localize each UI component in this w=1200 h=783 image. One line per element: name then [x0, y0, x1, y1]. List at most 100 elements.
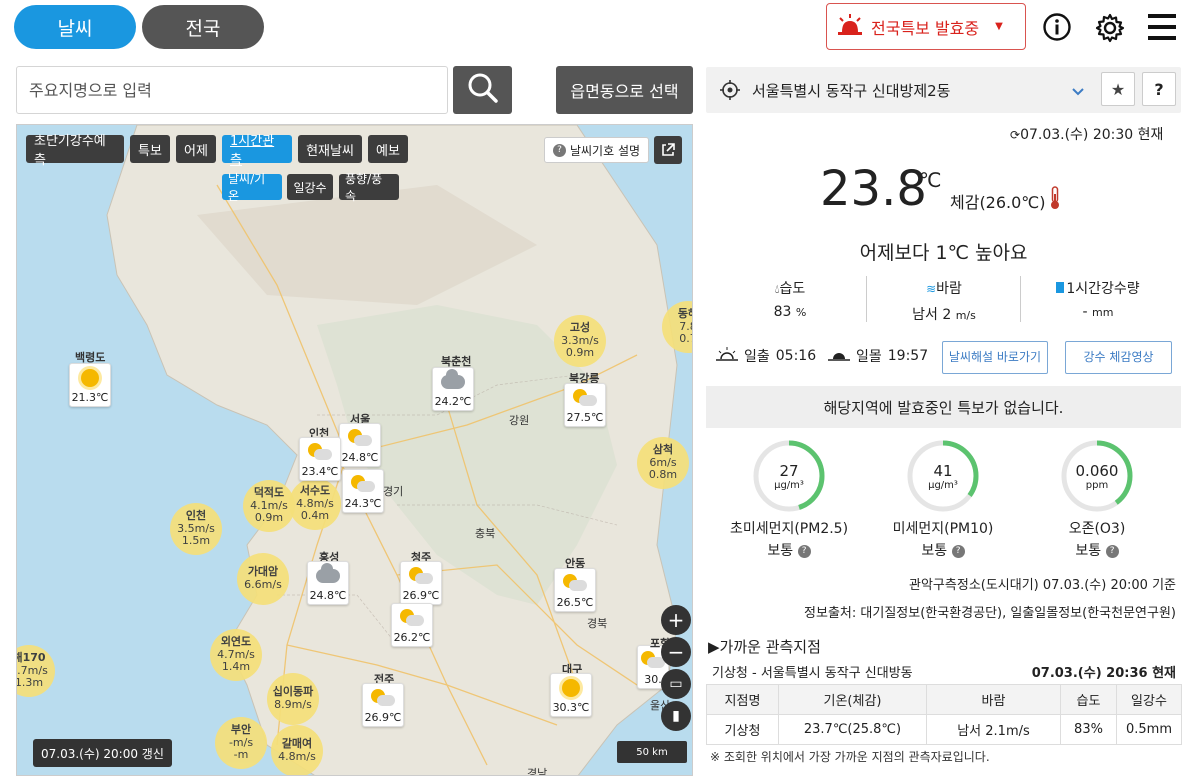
weather-station[interactable]: 26.9℃	[400, 561, 442, 605]
national-alert-button[interactable]: 전국특보 발효중 ▼	[826, 3, 1026, 50]
partly-cloudy-icon	[348, 428, 372, 447]
region-label: 경남	[527, 767, 548, 776]
weather-map[interactable]: 초단기강수예측 특보 어제 1시간관측 현재날씨 예보 날씨/기온 일강수 풍향…	[16, 124, 693, 776]
map-btn-forecast[interactable]: 예보	[368, 135, 408, 163]
pm25-ring[interactable]: 27 μg/m³	[753, 440, 825, 512]
nearby-note: ※ 조회한 위치에서 가장 가까운 지점의 관측자료입니다.	[710, 750, 990, 764]
map-sub-weather-temp[interactable]: 날씨/기온	[222, 172, 282, 203]
question-icon[interactable]: ?	[1105, 544, 1119, 558]
partly-cloudy-icon	[400, 608, 424, 627]
weather-station[interactable]: 23.4℃	[299, 437, 341, 481]
weather-station[interactable]: 26.5℃	[554, 568, 596, 612]
table-header: 기온(체감)	[778, 684, 927, 715]
partly-cloudy-icon	[573, 388, 597, 407]
nearby-table: 지점명 기온(체감) 바람 습도 일강수 기상청 23.7℃(25.8℃) 남서…	[706, 684, 1182, 745]
wind-station[interactable]: 고성 3.3m/s 0.9m	[554, 315, 606, 367]
location-name: 서울특별시 동작구 신대방제2동	[752, 82, 951, 100]
map-btn-warning[interactable]: 특보	[130, 135, 170, 163]
favorite-star-button[interactable]: ★	[1101, 72, 1135, 106]
map-sub-wind[interactable]: 풍향/풍속	[339, 172, 399, 203]
region-select-button[interactable]: 읍면동으로 선택	[556, 66, 693, 114]
partly-cloudy-icon	[351, 474, 375, 493]
help-button[interactable]: ?	[1142, 72, 1176, 106]
table-header: 습도	[1060, 684, 1117, 715]
legend-button[interactable]: ? 날씨기호 설명	[544, 137, 649, 163]
map-btn-nowcast[interactable]: 초단기강수예측	[26, 134, 124, 168]
tab-weather[interactable]: 날씨	[14, 5, 136, 49]
tab-national[interactable]: 전국	[142, 5, 264, 49]
nearby-subtitle: 기상청 - 서울특별시 동작구 신대방동	[712, 666, 913, 681]
no-alert-banner: 해당지역에 발효중인 특보가 없습니다.	[706, 386, 1181, 428]
region-label: 강원	[509, 414, 530, 427]
gear-icon[interactable]	[1095, 13, 1125, 47]
region-label: 충북	[475, 527, 496, 540]
table-cell: 기상청	[706, 714, 779, 745]
wind-station[interactable]: 부안 -m/s -m	[215, 717, 267, 769]
table-cell: 83%	[1060, 714, 1117, 745]
observation-time: ⟳07.03.(수) 20:30 현재	[1010, 127, 1164, 143]
weather-station[interactable]: 21.3℃	[69, 363, 111, 407]
chevron-down-icon[interactable]	[1071, 82, 1085, 101]
zoom-in-button[interactable]: +	[661, 605, 691, 635]
wind-station[interactable]: 삼척 6m/s 0.8m	[637, 437, 689, 489]
weather-commentary-button[interactable]: 날씨해설 바로가기	[942, 341, 1048, 374]
info-icon[interactable]	[1043, 13, 1071, 45]
map-btn-yesterday[interactable]: 어제	[176, 135, 216, 163]
weather-station[interactable]: 24.8℃	[339, 423, 381, 467]
sunrise-icon	[716, 347, 738, 365]
table-cell: 23.7℃(25.8℃)	[778, 714, 927, 745]
alert-label: 전국특보 발효중	[871, 18, 980, 38]
sunset: 일몰 19:57	[828, 346, 928, 366]
wind-station[interactable]: 인천 3.5m/s 1.5m	[170, 503, 222, 555]
sun-icon	[562, 678, 580, 697]
table-row: 기상청 23.7℃(25.8℃) 남서 2.1m/s 83% 0.5mm	[706, 714, 1182, 745]
search-input[interactable]	[16, 66, 448, 114]
search-button[interactable]	[453, 66, 512, 114]
rain-video-button[interactable]: 강수 체감영상	[1065, 341, 1172, 374]
weather-station[interactable]: 26.9℃	[362, 683, 404, 727]
update-time: 07.03.(수) 20:00 갱신	[33, 739, 172, 767]
air-station-info: 관악구측정소(도시대기) 07.03.(수) 20:00 기준	[909, 578, 1176, 593]
weather-station[interactable]: 24.2℃	[432, 367, 474, 411]
search-icon	[467, 72, 499, 108]
question-icon[interactable]: ?	[951, 544, 965, 558]
rain-block: 1시간강수량 - mm	[1028, 278, 1168, 320]
weather-station[interactable]: 26.2℃	[391, 603, 433, 647]
refresh-icon[interactable]: ⟳	[1010, 128, 1020, 142]
target-icon	[720, 80, 740, 104]
cloud-icon	[316, 562, 340, 583]
humidity-block: 💧︎습도 83 %	[773, 281, 807, 320]
divider	[1020, 276, 1021, 322]
hamburger-icon[interactable]	[1148, 14, 1176, 44]
weather-station[interactable]: 24.3℃	[342, 469, 384, 513]
pm10-ring[interactable]: 41 μg/m³	[907, 440, 979, 512]
ruler-icon[interactable]: ▭	[661, 669, 691, 699]
map-btn-1h-obs[interactable]: 1시간관측	[222, 134, 292, 168]
question-icon[interactable]: ?	[797, 544, 811, 558]
ozone-label: 오존(O3) 보통 ?	[1068, 521, 1126, 560]
wind-station[interactable]: 덕적도 4.1m/s 0.9m	[243, 480, 295, 532]
weather-station[interactable]: 30.3℃	[550, 673, 592, 717]
map-scale: 50 km	[617, 741, 687, 763]
wind-station[interactable]: 십이동파 8.9m/s	[267, 673, 319, 725]
map-btn-current[interactable]: 현재날씨	[298, 135, 362, 163]
cloud-icon	[441, 368, 465, 389]
zoom-out-button[interactable]: −	[661, 637, 691, 667]
wind-station[interactable]: 서수도 4.8m/s 0.4m	[289, 478, 341, 530]
layers-icon[interactable]: ▮	[661, 701, 691, 731]
thermometer-icon	[1049, 186, 1061, 214]
ozone-ring[interactable]: 0.060 ppm	[1061, 440, 1133, 512]
wind-station[interactable]: 갈매여 4.8m/s	[271, 725, 323, 775]
partly-cloudy-icon	[308, 442, 332, 461]
map-sub-daily-rain[interactable]: 일강수	[287, 174, 333, 200]
table-header: 지점명	[706, 684, 779, 715]
weather-station[interactable]: 27.5℃	[564, 383, 606, 427]
weather-station[interactable]: 24.8℃	[307, 561, 349, 605]
sunset-icon	[828, 347, 850, 365]
rain-gauge-icon	[1056, 282, 1065, 293]
external-link-icon[interactable]	[654, 136, 682, 164]
nearby-time: 07.03.(수) 20:36 현재	[1031, 666, 1176, 681]
wind-station[interactable]: 외연도 4.7m/s 1.4m	[210, 629, 262, 681]
wind-station[interactable]: 가대암 6.6m/s	[237, 553, 289, 605]
question-icon: ?	[552, 143, 566, 157]
